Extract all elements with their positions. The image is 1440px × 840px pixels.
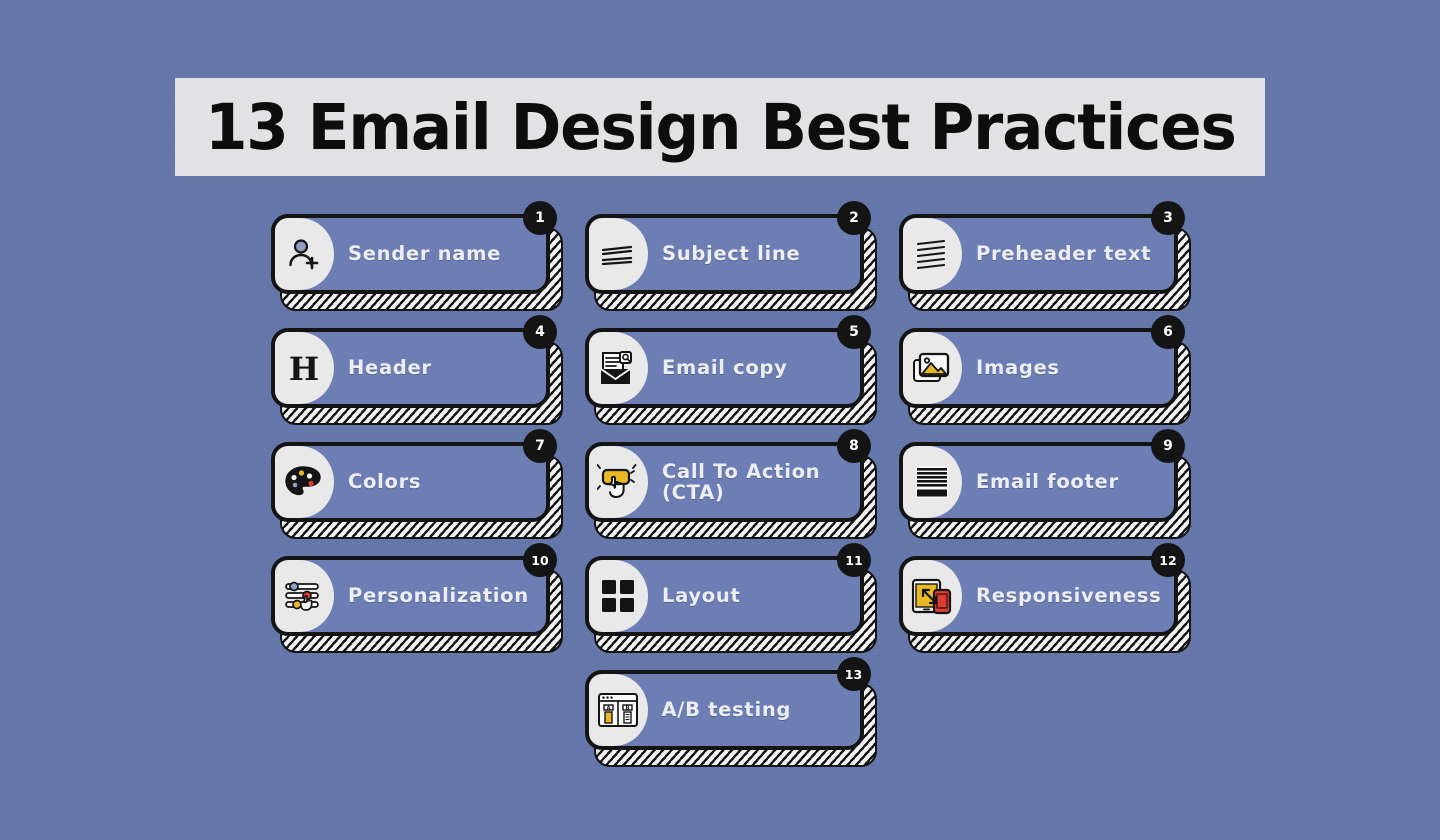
svg-text:A: A	[606, 705, 610, 711]
card-body[interactable]: H Header	[271, 328, 550, 408]
card-label: Header	[348, 356, 432, 380]
letter-h-icon: H	[275, 332, 334, 404]
practice-card[interactable]: Email copy 5	[585, 315, 877, 425]
card-number-badge: 2	[837, 201, 871, 235]
card-label: A/B testing	[661, 698, 792, 722]
card-body[interactable]: Layout	[585, 556, 864, 636]
ab-test-browser-icon: A B	[588, 674, 648, 746]
card-body[interactable]: A B A/B testing	[584, 670, 864, 750]
practice-card[interactable]: Responsiveness 12	[899, 543, 1191, 653]
card-number-badge: 4	[523, 315, 557, 349]
card-body[interactable]: Subject line	[585, 214, 864, 294]
practice-card[interactable]: Preheader text 3	[899, 201, 1191, 311]
practices-row: Colors 7 Call To Action (CTA) 8 Email foote…	[271, 429, 1191, 539]
card-label: Responsiveness	[976, 584, 1162, 608]
card-body[interactable]: Images	[899, 328, 1178, 408]
card-label: Layout	[662, 584, 741, 608]
practice-card[interactable]: Layout 11	[585, 543, 877, 653]
card-body[interactable]: Colors	[271, 442, 550, 522]
practice-card[interactable]: Call To Action (CTA) 8	[585, 429, 877, 539]
practice-card[interactable]: Colors 7	[271, 429, 563, 539]
two-lines-icon	[589, 218, 648, 290]
card-label: Call To Action (CTA)	[648, 461, 860, 503]
card-body[interactable]: Responsiveness	[899, 556, 1178, 636]
practice-card[interactable]: H Header 4	[271, 315, 563, 425]
card-body[interactable]: Email copy	[585, 328, 864, 408]
card-body[interactable]: Personalization	[271, 556, 550, 636]
card-number-badge: 1	[523, 201, 557, 235]
practices-row: A B A/B testing 13	[271, 657, 1177, 767]
card-label: Sender name	[348, 242, 502, 266]
practices-row: Personalization 10 Layout 11 Responsivenes…	[271, 543, 1191, 653]
practice-card[interactable]: Sender name 1	[271, 201, 563, 311]
practice-card[interactable]: Personalization 10	[271, 543, 563, 653]
practices-row: Sender name 1 Subject line 2 Preheader tex…	[271, 201, 1191, 311]
photo-icon	[903, 332, 962, 404]
footer-block-icon	[903, 446, 962, 518]
practice-card[interactable]: Subject line 2	[585, 201, 877, 311]
three-lines-icon	[903, 218, 962, 290]
practices-row: H Header 4 Email copy 5 Images 6	[271, 315, 1191, 425]
card-label: Personalization	[348, 584, 529, 608]
card-number-badge: 10	[523, 543, 557, 577]
card-body[interactable]: Preheader text	[899, 214, 1178, 294]
click-button-icon	[589, 446, 648, 518]
card-number-badge: 11	[837, 543, 871, 577]
card-number-badge: 6	[1151, 315, 1185, 349]
practice-card[interactable]: Images 6	[899, 315, 1191, 425]
practices-grid: Sender name 1 Subject line 2 Preheader tex…	[271, 201, 1191, 784]
svg-text:H: H	[289, 350, 319, 387]
card-body[interactable]: Sender name	[271, 214, 550, 294]
title-banner: 13 Email Design Best Practices	[175, 78, 1265, 176]
sliders-icon	[275, 560, 334, 632]
practice-card[interactable]: Email footer 9	[899, 429, 1191, 539]
practice-card[interactable]: A B A/B testing 13	[584, 657, 877, 767]
card-label: Subject line	[662, 242, 801, 266]
card-number-badge: 5	[837, 315, 871, 349]
card-body[interactable]: Email footer	[899, 442, 1178, 522]
svg-text:B: B	[625, 705, 629, 711]
card-label-line2: (CTA)	[662, 481, 725, 504]
card-label: Email footer	[976, 470, 1119, 494]
card-label-line1: Call To Action	[662, 459, 821, 483]
card-number-badge: 3	[1151, 201, 1185, 235]
card-label: Colors	[348, 470, 422, 494]
card-label: Email copy	[662, 356, 788, 380]
card-number-badge: 7	[523, 429, 557, 463]
card-number-badge: 12	[1151, 543, 1185, 577]
card-label: Images	[976, 356, 1060, 380]
card-number-badge: 8	[837, 429, 871, 463]
envelope-document-icon	[589, 332, 648, 404]
card-number-badge: 13	[836, 657, 871, 691]
card-number-badge: 9	[1151, 429, 1185, 463]
grid-four-squares-icon	[589, 560, 648, 632]
card-body[interactable]: Call To Action (CTA)	[585, 442, 864, 522]
card-label: Preheader text	[976, 242, 1152, 266]
paint-palette-icon	[275, 446, 334, 518]
page-title: 13 Email Design Best Practices	[204, 90, 1237, 164]
person-add-icon	[275, 218, 334, 290]
tablet-phone-icon	[903, 560, 962, 632]
